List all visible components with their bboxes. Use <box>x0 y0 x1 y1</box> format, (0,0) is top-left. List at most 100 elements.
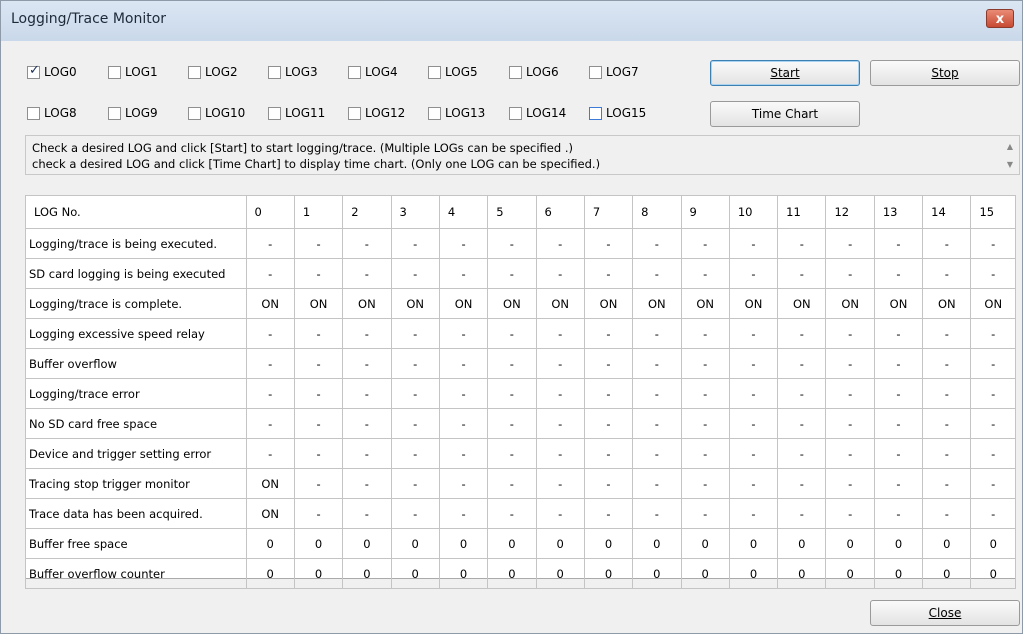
row-label: Buffer overflow <box>25 348 247 379</box>
checkbox-log8[interactable]: LOG8 <box>27 104 77 122</box>
row-label: Logging/trace is being executed. <box>25 228 247 259</box>
checkbox-log13[interactable]: LOG13 <box>428 104 485 122</box>
cell-value: 0 <box>873 528 924 559</box>
cell-value: - <box>825 438 875 469</box>
cell-value: - <box>680 348 730 379</box>
cell-value: - <box>293 468 344 499</box>
column-header: 11 <box>777 195 827 229</box>
cell-value: 0 <box>680 528 730 559</box>
cell-value: - <box>583 258 634 289</box>
checkbox-log14[interactable]: LOG14 <box>509 104 566 122</box>
column-header: 15 <box>970 195 1016 229</box>
cell-value: - <box>438 348 489 379</box>
cell-value: 0 <box>438 528 489 559</box>
cell-value: - <box>245 258 295 289</box>
cell-value: 0 <box>777 558 827 589</box>
cell-value: 0 <box>487 528 537 559</box>
checkbox-log11[interactable]: LOG11 <box>268 104 325 122</box>
cell-value: 0 <box>583 558 634 589</box>
cell-value: - <box>922 228 972 259</box>
cell-value: 0 <box>825 528 875 559</box>
checkbox-icon[interactable] <box>27 106 40 120</box>
checkbox-icon[interactable] <box>428 106 441 120</box>
cell-value: - <box>922 348 972 379</box>
checkbox-icon[interactable] <box>268 65 281 79</box>
cell-value: - <box>535 378 585 409</box>
checkbox-checked-icon[interactable] <box>27 63 40 79</box>
cell-value: - <box>583 438 634 469</box>
log-status-grid: LOG No. 0 1 2 3 4 5 6 7 8 9 10 11 12 13 14 15 Logging/tra… <box>25 195 1016 589</box>
cell-value: - <box>390 318 440 349</box>
cell-value: 0 <box>632 558 682 589</box>
cell-value: - <box>487 228 537 259</box>
column-header: 9 <box>680 195 730 229</box>
table-row: No SD card free space - - - - - - - - - - - - - - - - <box>25 408 1016 439</box>
cell-value: - <box>245 438 295 469</box>
cell-value: - <box>825 348 875 379</box>
checkbox-icon[interactable] <box>348 65 361 79</box>
checkbox-log10[interactable]: LOG10 <box>188 104 245 122</box>
checkbox-icon[interactable] <box>108 65 121 79</box>
checkbox-icon[interactable] <box>509 65 522 79</box>
cell-value: 0 <box>825 558 875 589</box>
checkbox-log4[interactable]: LOG4 <box>348 63 398 81</box>
checkbox-log9[interactable]: LOG9 <box>108 104 158 122</box>
checkbox-icon[interactable] <box>428 65 441 79</box>
instruction-line-1: Check a desired LOG and click [Start] to… <box>32 141 573 155</box>
cell-value: - <box>487 438 537 469</box>
cell-value: - <box>825 498 875 529</box>
cell-value: - <box>825 258 875 289</box>
cell-value: - <box>390 468 440 499</box>
checkbox-log0[interactable]: LOG0 <box>27 63 77 81</box>
cell-value: - <box>922 498 972 529</box>
checkbox-log7[interactable]: LOG7 <box>589 63 639 81</box>
start-button[interactable]: Start <box>710 60 860 86</box>
cell-value: - <box>390 498 440 529</box>
cell-value: ON <box>632 288 682 319</box>
checkbox-log1[interactable]: LOG1 <box>108 63 158 81</box>
checkbox-icon[interactable] <box>589 65 602 79</box>
scroll-up-icon[interactable]: ▲ <box>1007 142 1013 151</box>
checkbox-log15[interactable]: LOG15 <box>589 104 646 122</box>
cell-value: - <box>487 258 537 289</box>
close-button[interactable]: Close <box>870 600 1020 626</box>
column-header: 3 <box>390 195 440 229</box>
table-row: Device and trigger setting error - - - - - - - -… <box>25 438 1016 469</box>
cell-value: - <box>342 228 392 259</box>
checkbox-icon[interactable] <box>268 106 281 120</box>
checkbox-log6[interactable]: LOG6 <box>509 63 559 81</box>
checkbox-log5[interactable]: LOG5 <box>428 63 478 81</box>
cell-value: - <box>825 408 875 439</box>
cell-value: - <box>535 408 585 439</box>
checkbox-icon[interactable] <box>188 65 201 79</box>
cell-value: 0 <box>293 558 344 589</box>
checkbox-log3[interactable]: LOG3 <box>268 63 318 81</box>
cell-value: - <box>825 318 875 349</box>
cell-value: - <box>245 318 295 349</box>
checkbox-icon[interactable] <box>108 106 121 120</box>
table-row: Logging excessive speed relay - - - - - - - - - - -… <box>25 318 1016 349</box>
cell-value: 0 <box>777 528 827 559</box>
checkbox-icon[interactable] <box>188 106 201 120</box>
checkbox-log2[interactable]: LOG2 <box>188 63 238 81</box>
stop-button[interactable]: Stop <box>870 60 1020 86</box>
cell-value: - <box>535 348 585 379</box>
close-window-icon[interactable]: x <box>986 9 1014 28</box>
cell-value: - <box>970 468 1016 499</box>
checkbox-icon[interactable] <box>348 106 361 120</box>
cell-value: 0 <box>342 528 392 559</box>
checkbox-icon[interactable] <box>589 106 602 120</box>
checkbox-log12[interactable]: LOG12 <box>348 104 405 122</box>
cell-value: - <box>873 318 924 349</box>
time-chart-button[interactable]: Time Chart <box>710 101 860 127</box>
cell-value: 0 <box>632 528 682 559</box>
cell-value: - <box>293 498 344 529</box>
window-title: Logging/Trace Monitor <box>11 11 167 27</box>
cell-value: - <box>390 438 440 469</box>
checkbox-icon[interactable] <box>509 106 522 120</box>
cell-value: - <box>342 258 392 289</box>
scroll-down-icon[interactable]: ▼ <box>1007 160 1013 169</box>
cell-value: - <box>922 378 972 409</box>
cell-value: - <box>777 378 827 409</box>
cell-value: - <box>632 468 682 499</box>
